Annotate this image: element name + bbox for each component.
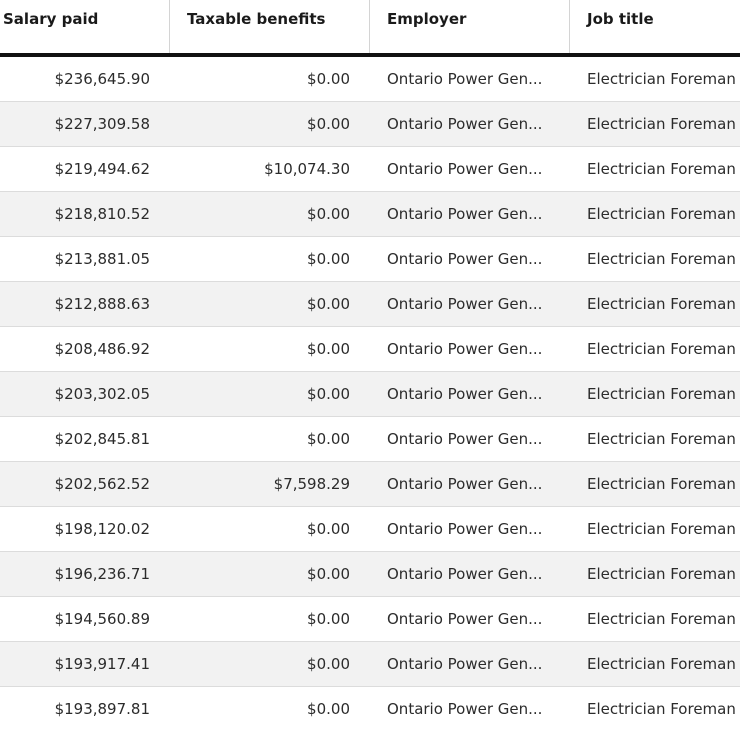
benefits-cell: $7,598.29 — [273, 475, 350, 493]
employer-cell: Ontario Power Gen... — [387, 160, 543, 178]
benefits-cell: $0.00 — [307, 385, 350, 403]
table-row[interactable]: $212,888.63 $0.00 Ontario Power Gen... E… — [0, 282, 740, 327]
job-title-cell: Electrician Foreman ... — [587, 700, 740, 718]
table-body: $236,645.90 $0.00 Ontario Power Gen... E… — [0, 57, 740, 731]
benefits-cell: $0.00 — [307, 70, 350, 88]
benefits-cell: $0.00 — [307, 655, 350, 673]
benefits-cell: $0.00 — [307, 700, 350, 718]
salary-cell: $202,845.81 — [54, 430, 150, 448]
employer-cell: Ontario Power Gen... — [387, 655, 543, 673]
employer-cell: Ontario Power Gen... — [387, 205, 543, 223]
table-row[interactable]: $219,494.62 $10,074.30 Ontario Power Gen… — [0, 147, 740, 192]
benefits-cell: $0.00 — [307, 295, 350, 313]
salary-cell: $218,810.52 — [54, 205, 150, 223]
table-row[interactable]: $227,309.58 $0.00 Ontario Power Gen... E… — [0, 102, 740, 147]
table-row[interactable]: $218,810.52 $0.00 Ontario Power Gen... E… — [0, 192, 740, 237]
table-row[interactable]: $208,486.92 $0.00 Ontario Power Gen... E… — [0, 327, 740, 372]
employer-cell: Ontario Power Gen... — [387, 250, 543, 268]
column-header-job-title[interactable]: Job title — [570, 0, 740, 53]
column-header-taxable-benefits[interactable]: Taxable benefits — [170, 0, 370, 53]
job-title-cell: Electrician Foreman ... — [587, 295, 740, 313]
column-header-employer[interactable]: Employer — [370, 0, 570, 53]
table-row[interactable]: $203,302.05 $0.00 Ontario Power Gen... E… — [0, 372, 740, 417]
employer-cell: Ontario Power Gen... — [387, 70, 543, 88]
employer-cell: Ontario Power Gen... — [387, 475, 543, 493]
salary-cell: $196,236.71 — [54, 565, 150, 583]
job-title-cell: Electrician Foreman ... — [587, 250, 740, 268]
job-title-cell: Electrician Foreman ... — [587, 340, 740, 358]
employer-cell: Ontario Power Gen... — [387, 520, 543, 538]
employer-cell: Ontario Power Gen... — [387, 565, 543, 583]
salary-cell: $202,562.52 — [54, 475, 150, 493]
benefits-cell: $0.00 — [307, 340, 350, 358]
salary-cell: $208,486.92 — [54, 340, 150, 358]
job-title-cell: Electrician Foreman ... — [587, 610, 740, 628]
table-row[interactable]: $202,562.52 $7,598.29 Ontario Power Gen.… — [0, 462, 740, 507]
table-row[interactable]: $202,845.81 $0.00 Ontario Power Gen... E… — [0, 417, 740, 462]
job-title-cell: Electrician Foreman ... — [587, 160, 740, 178]
benefits-cell: $10,074.30 — [264, 160, 350, 178]
benefits-cell: $0.00 — [307, 565, 350, 583]
table-header: Salary paid Taxable benefits Employer Jo… — [0, 0, 740, 57]
job-title-cell: Electrician Foreman ... — [587, 385, 740, 403]
table-row[interactable]: $196,236.71 $0.00 Ontario Power Gen... E… — [0, 552, 740, 597]
employer-cell: Ontario Power Gen... — [387, 295, 543, 313]
table-row[interactable]: $194,560.89 $0.00 Ontario Power Gen... E… — [0, 597, 740, 642]
salary-cell: $193,917.41 — [54, 655, 150, 673]
table-row[interactable]: $198,120.02 $0.00 Ontario Power Gen... E… — [0, 507, 740, 552]
table-row[interactable]: $193,917.41 $0.00 Ontario Power Gen... E… — [0, 642, 740, 687]
benefits-cell: $0.00 — [307, 610, 350, 628]
salary-cell: $236,645.90 — [54, 70, 150, 88]
job-title-cell: Electrician Foreman ... — [587, 70, 740, 88]
job-title-cell: Electrician Foreman ... — [587, 565, 740, 583]
job-title-cell: Electrician Foreman ... — [587, 205, 740, 223]
benefits-cell: $0.00 — [307, 430, 350, 448]
table-row[interactable]: $236,645.90 $0.00 Ontario Power Gen... E… — [0, 57, 740, 102]
benefits-cell: $0.00 — [307, 250, 350, 268]
employer-cell: Ontario Power Gen... — [387, 385, 543, 403]
salary-cell: $227,309.58 — [54, 115, 150, 133]
column-header-salary-paid[interactable]: Salary paid — [0, 0, 170, 53]
salary-cell: $194,560.89 — [54, 610, 150, 628]
employer-cell: Ontario Power Gen... — [387, 610, 543, 628]
table-row[interactable]: $193,897.81 $0.00 Ontario Power Gen... E… — [0, 687, 740, 731]
salary-cell: $203,302.05 — [54, 385, 150, 403]
job-title-cell: Electrician Foreman ... — [587, 115, 740, 133]
employer-cell: Ontario Power Gen... — [387, 700, 543, 718]
salary-cell: $198,120.02 — [54, 520, 150, 538]
employer-cell: Ontario Power Gen... — [387, 430, 543, 448]
salary-cell: $213,881.05 — [54, 250, 150, 268]
salary-cell: $193,897.81 — [54, 700, 150, 718]
benefits-cell: $0.00 — [307, 520, 350, 538]
benefits-cell: $0.00 — [307, 115, 350, 133]
benefits-cell: $0.00 — [307, 205, 350, 223]
job-title-cell: Electrician Foreman ... — [587, 475, 740, 493]
job-title-cell: Electrician Foreman ... — [587, 520, 740, 538]
employer-cell: Ontario Power Gen... — [387, 115, 543, 133]
job-title-cell: Electrician Foreman ... — [587, 430, 740, 448]
salary-table: Salary paid Taxable benefits Employer Jo… — [0, 0, 740, 731]
job-title-cell: Electrician Foreman ... — [587, 655, 740, 673]
employer-cell: Ontario Power Gen... — [387, 340, 543, 358]
salary-cell: $212,888.63 — [54, 295, 150, 313]
salary-cell: $219,494.62 — [54, 160, 150, 178]
table-row[interactable]: $213,881.05 $0.00 Ontario Power Gen... E… — [0, 237, 740, 282]
